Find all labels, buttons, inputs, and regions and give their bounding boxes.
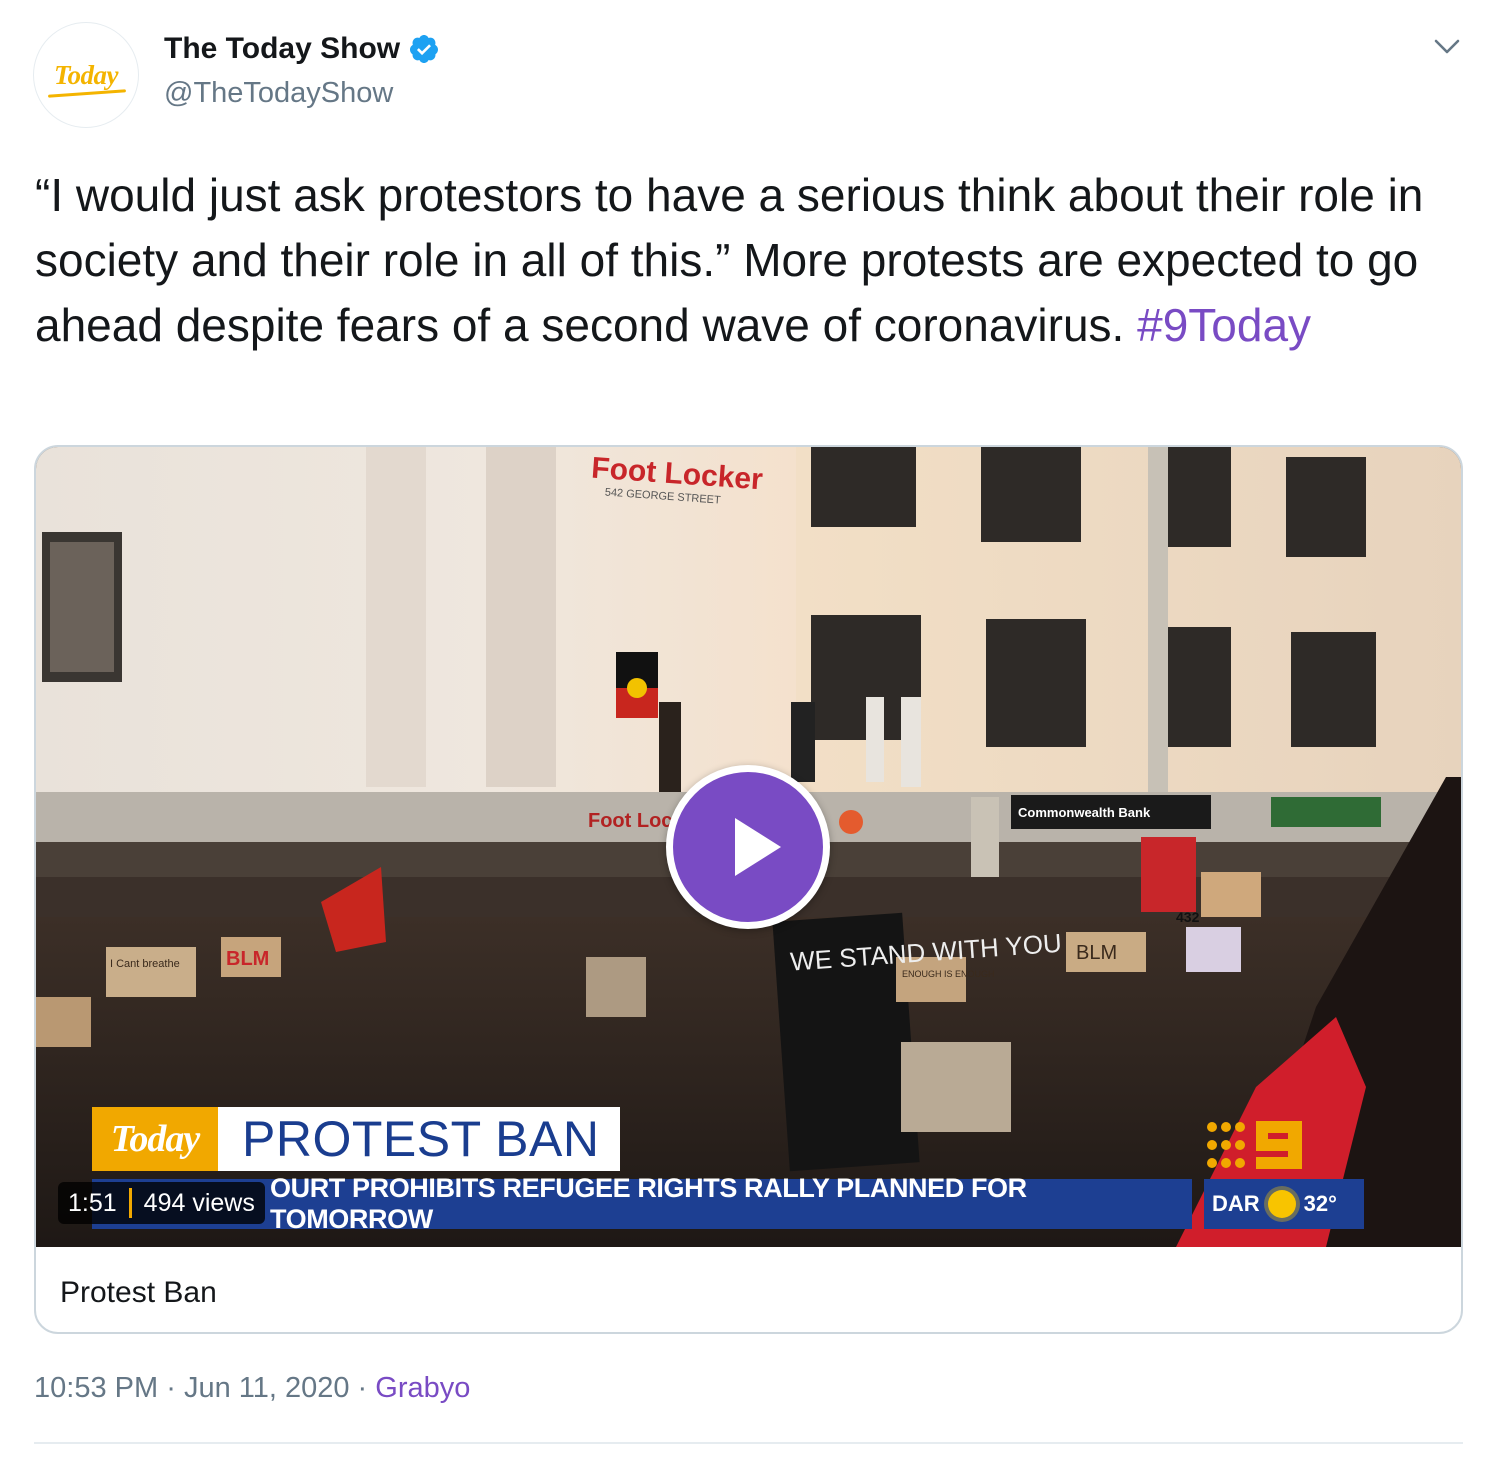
headline-text: PROTEST BAN (242, 1111, 600, 1167)
meta-separator: · (166, 1372, 176, 1404)
bank-sign-text: Commonwealth Bank (1018, 805, 1151, 820)
placard-1 (106, 947, 196, 997)
video-views: 494 views (143, 1188, 255, 1217)
tweet-source[interactable]: Grabyo (375, 1372, 470, 1404)
window-r6 (986, 619, 1086, 747)
aboriginal-flag (616, 652, 658, 718)
window-r1 (811, 447, 916, 527)
placard-6 (1186, 927, 1241, 972)
window-r7 (1166, 627, 1231, 747)
placard-red (1141, 837, 1196, 912)
divider (34, 1442, 1463, 1444)
tweet-date[interactable]: Jun 11, 2020 (184, 1372, 350, 1404)
person-d (971, 797, 999, 877)
placard-7 (36, 997, 91, 1047)
aumake-sign (1271, 797, 1381, 827)
store-awning-text: Foot Loc (588, 810, 672, 832)
verified-badge-icon (410, 35, 439, 63)
placard-cant-text: I Cant breathe (110, 958, 180, 970)
placard-blm-text: BLM (226, 948, 269, 970)
person-b (866, 697, 884, 782)
window-r3 (1166, 447, 1231, 547)
person-c (901, 697, 921, 787)
duration-views-badge: 1:51 494 views (58, 1182, 265, 1224)
today-tag: Today (92, 1107, 218, 1171)
weather-city: DAR (1212, 1191, 1260, 1216)
author-name-row[interactable]: The Today Show (164, 32, 440, 66)
media-card[interactable]: Foot Locker 542 GEORGE STREET Foot Loc C… (34, 445, 1463, 1334)
today-logo: Today (54, 59, 119, 90)
placard-enough-text: ENOUGH IS ENOUGH (902, 969, 995, 979)
headline-box: PROTEST BAN (218, 1107, 620, 1171)
placard-5 (901, 1042, 1011, 1132)
tweet-meta: 10:53 PM · Jun 11, 2020 · Grabyo (34, 1372, 470, 1405)
chevron-down-icon[interactable] (1432, 36, 1462, 58)
tweet: Today The Today Show @TheTodayShow “I wo… (0, 0, 1503, 1471)
video-duration: 1:51 (68, 1188, 117, 1217)
play-button[interactable] (666, 765, 830, 929)
person-a (791, 702, 815, 782)
placard-2 (586, 957, 646, 1017)
video-player[interactable]: Foot Locker 542 GEORGE STREET Foot Loc C… (36, 447, 1461, 1247)
today-tag-text: Today (110, 1118, 201, 1160)
placard-blm2-text: BLM (1076, 942, 1117, 964)
window-left-pane (50, 542, 114, 672)
weather-box: DAR 32° (1204, 1179, 1364, 1229)
sun-icon (1267, 1190, 1296, 1218)
weather-temp: 32° (1303, 1191, 1337, 1216)
ticker-text: OURT PROHIBITS REFUGEE RIGHTS RALLY PLAN… (270, 1173, 1027, 1234)
avatar[interactable]: Today (33, 22, 139, 128)
author-display-name[interactable]: The Today Show (164, 32, 400, 66)
author-handle[interactable]: @TheTodayShow (164, 77, 393, 110)
meta-separator-2: · (357, 1372, 368, 1404)
person-flag (659, 702, 681, 792)
play-icon (735, 818, 781, 876)
placard-4 (1201, 872, 1261, 917)
channel-nine-logo-icon (1207, 1121, 1302, 1169)
media-caption[interactable]: Protest Ban (60, 1276, 217, 1310)
tweet-text: “I would just ask protestors to have a s… (35, 163, 1455, 358)
tweet-time[interactable]: 10:53 PM (34, 1372, 158, 1404)
hashtag-link[interactable]: #9Today (1137, 299, 1311, 351)
placard-432-text: 432 (1176, 909, 1200, 925)
window-r2 (981, 447, 1081, 542)
column-2 (486, 447, 556, 787)
crowd-light (839, 810, 863, 834)
column-1 (366, 447, 426, 787)
window-r4 (1286, 457, 1366, 557)
badge-separator (128, 1188, 132, 1218)
window-r8 (1291, 632, 1376, 747)
